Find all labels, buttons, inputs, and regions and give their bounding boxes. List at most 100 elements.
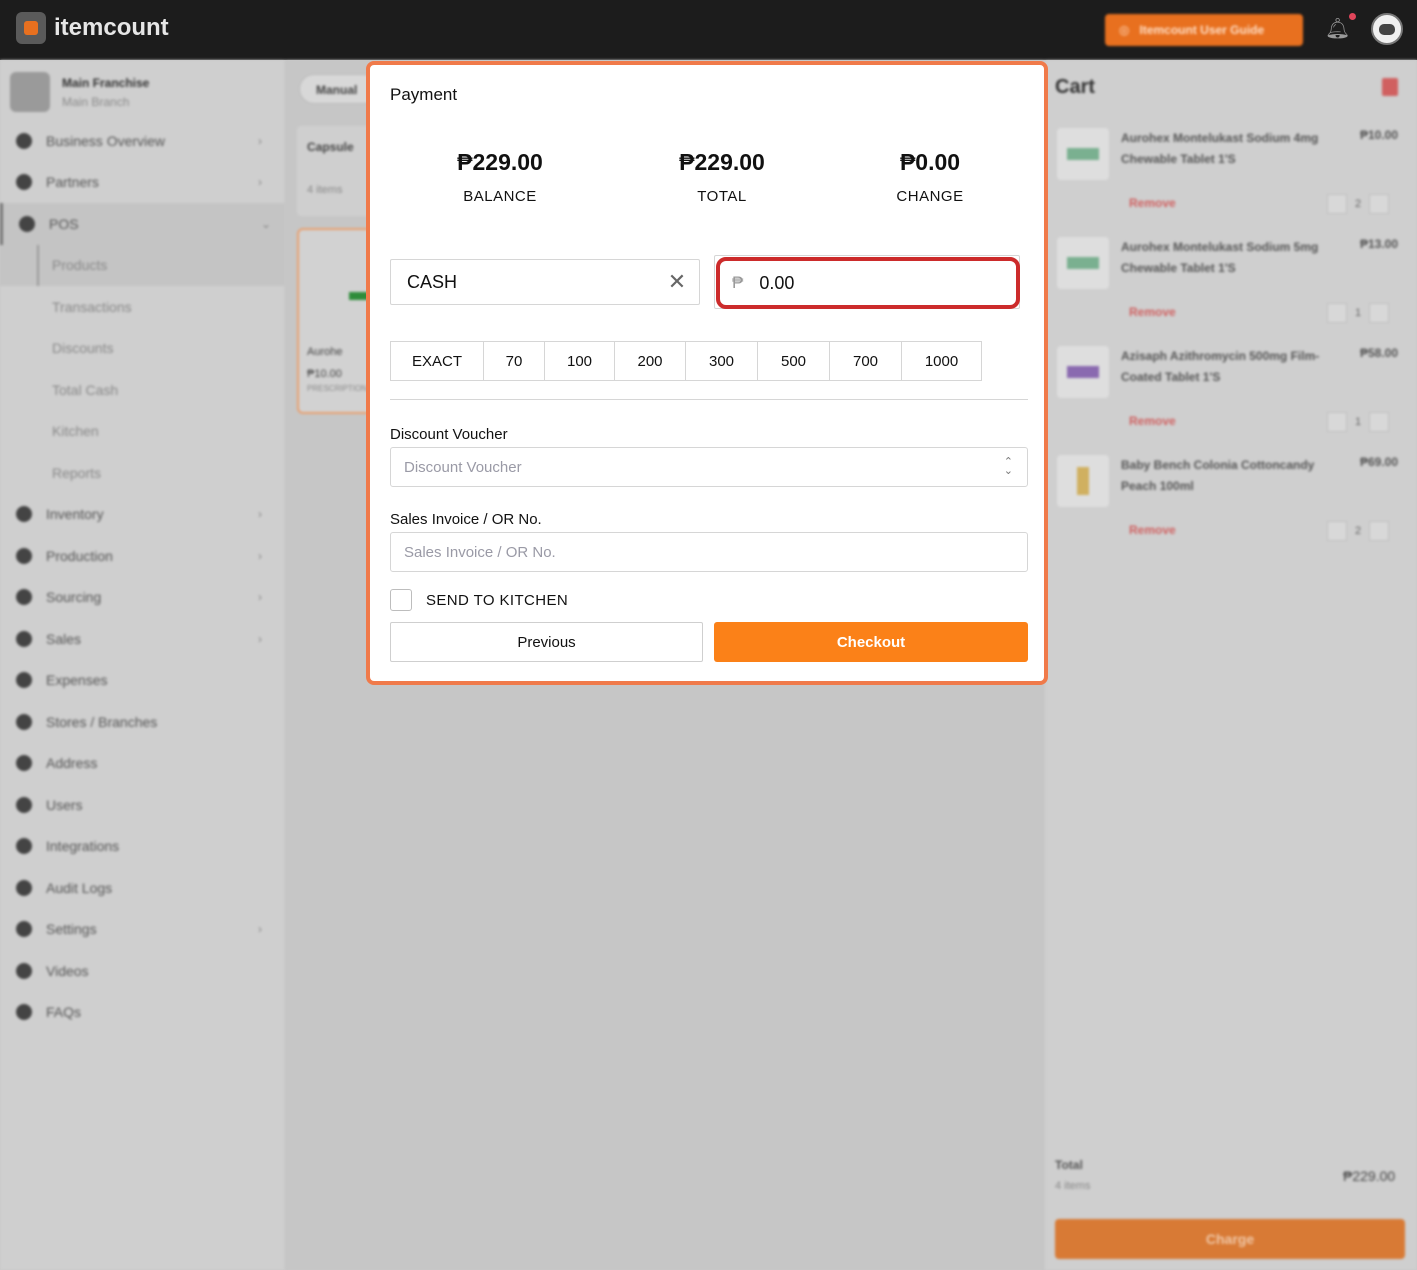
sidebar-item-integrations[interactable]: Integrations [0, 826, 285, 868]
sidebar-item-audit-logs[interactable]: Audit Logs [0, 867, 285, 909]
cart-item-name: Aurohex Montelukast Sodium 5mg Chewable … [1121, 240, 1319, 275]
remove-link[interactable]: Remove [1129, 196, 1176, 210]
balance-stat: ₱229.00 BALANCE [400, 149, 600, 205]
sidebar-item-address[interactable]: Address [0, 743, 285, 785]
remove-link[interactable]: Remove [1129, 523, 1176, 537]
previous-button[interactable]: Previous [390, 622, 703, 662]
sidebar-subitem-total-cash[interactable]: Total Cash [0, 369, 285, 411]
minus-button[interactable] [1327, 303, 1347, 323]
change-label: CHANGE [896, 188, 964, 205]
plug-icon [16, 838, 32, 855]
sidebar-item-faqs[interactable]: FAQs [0, 992, 285, 1034]
quick-amount-70[interactable]: 70 [483, 341, 545, 381]
updown-chevron-icon: ⌃ ⌄ [1003, 456, 1013, 477]
remove-link[interactable]: Remove [1129, 414, 1176, 428]
sidebar-item-sales[interactable]: Sales › [0, 618, 285, 660]
amount-input[interactable]: ₱ 0.00 [716, 257, 1020, 309]
sidebar-item-label: Expenses [46, 672, 108, 689]
modal-title: Payment [390, 85, 458, 104]
checkout-button[interactable]: Checkout [714, 622, 1028, 662]
chevron-right-icon: › [258, 590, 262, 605]
branch-sub: Main Branch [62, 94, 130, 109]
inventory-icon [16, 506, 32, 523]
cart-item-name: Baby Bench Colonia Cottoncandy Peach 100… [1121, 458, 1315, 493]
voucher-select[interactable]: Discount Voucher ⌃ ⌄ [390, 447, 1028, 487]
quick-amount-100[interactable]: 100 [544, 341, 615, 381]
payment-modal: Payment ₱229.00 BALANCE ₱229.00 TOTAL ₱0… [366, 61, 1048, 685]
sidebar-nav: Business Overview › Partners › POS ⌄ Produc… [0, 120, 285, 1033]
sidebar-item-inventory[interactable]: Inventory › [0, 494, 285, 536]
user-guide-label: Itemcount User Guide [1139, 23, 1265, 37]
quick-amount-1000[interactable]: 1000 [901, 341, 982, 381]
total-label: TOTAL [697, 188, 747, 205]
sidebar-subitem-transactions[interactable]: Transactions [0, 286, 285, 328]
payment-method-select[interactable]: CASH ✕ [390, 259, 700, 305]
minus-button[interactable] [1327, 521, 1347, 541]
sidebar-item-label: Users [46, 796, 83, 813]
sidebar-item-pos[interactable]: POS ⌄ [0, 203, 285, 245]
cart-item-price: ₱69.00 [1360, 455, 1399, 469]
voucher-label: Discount Voucher [390, 426, 508, 443]
amount-value: 0.00 [759, 272, 795, 293]
quantity-stepper: 1 [1327, 303, 1390, 323]
sidebar-item-label: Address [46, 755, 98, 772]
sidebar-item-users[interactable]: Users [0, 784, 285, 826]
quick-amount-200[interactable]: 200 [614, 341, 686, 381]
sidebar: Main Franchise Main Branch Business Over… [0, 60, 285, 1270]
sidebar-item-business-overview[interactable]: Business Overview › [0, 120, 285, 162]
quick-amount-300[interactable]: 300 [685, 341, 758, 381]
sidebar-item-settings[interactable]: Settings › [0, 909, 285, 951]
cart-item-price: ₱10.00 [1360, 128, 1399, 142]
sidebar-item-expenses[interactable]: Expenses [0, 660, 285, 702]
user-guide-button[interactable]: ◎ Itemcount User Guide [1105, 14, 1303, 46]
brand-name: itemcount [54, 14, 169, 41]
bell-icon[interactable]: 🔔︎ [1325, 16, 1351, 44]
charge-button[interactable]: Charge [1055, 1219, 1405, 1259]
sidebar-item-label: Settings [46, 921, 97, 938]
sidebar-item-label: Integrations [46, 838, 120, 855]
clear-icon[interactable]: ✕ [667, 270, 687, 294]
send-to-kitchen-checkbox[interactable] [390, 589, 412, 611]
send-to-kitchen-label[interactable]: SEND TO KITCHEN [426, 592, 568, 609]
production-icon [16, 547, 32, 564]
brand-logo[interactable]: itemcount [16, 12, 169, 44]
sidebar-item-label: Videos [46, 962, 89, 979]
sidebar-subitem-kitchen[interactable]: Kitchen [0, 411, 285, 453]
sidebar-item-production[interactable]: Production › [0, 535, 285, 577]
sidebar-subitem-reports[interactable]: Reports [0, 452, 285, 494]
sidebar-subitem-products[interactable]: Products [0, 244, 285, 286]
cart-total-count: 4 items [1055, 1180, 1091, 1192]
cart-item-price: ₱13.00 [1360, 237, 1399, 251]
remove-link[interactable]: Remove [1129, 305, 1176, 319]
sidebar-item-videos[interactable]: Videos [0, 950, 285, 992]
sidebar-item-label: Inventory [46, 506, 104, 523]
payment-method-value: CASH [407, 271, 458, 292]
branch-logo [10, 72, 50, 112]
quantity-stepper: 2 [1327, 521, 1390, 541]
plus-button[interactable] [1369, 194, 1390, 214]
sidebar-item-partners[interactable]: Partners › [0, 162, 285, 204]
trash-icon[interactable] [1382, 78, 1398, 96]
voucher-placeholder: Discount Voucher [404, 458, 522, 476]
sidebar-item-stores-branches[interactable]: Stores / Branches [0, 701, 285, 743]
quick-amount-500[interactable]: 500 [757, 341, 830, 381]
plus-button[interactable] [1369, 412, 1390, 432]
sidebar-item-sourcing[interactable]: Sourcing › [0, 577, 285, 619]
quick-amount-exact[interactable]: EXACT [390, 341, 484, 381]
sidebar-subitem-discounts[interactable]: Discounts [0, 328, 285, 370]
avatar[interactable] [1371, 13, 1403, 45]
notification-dot [1349, 13, 1356, 20]
plus-button[interactable] [1369, 303, 1390, 323]
minus-button[interactable] [1327, 412, 1347, 432]
quick-amount-700[interactable]: 700 [829, 341, 902, 381]
cart-item: Aurohex Montelukast Sodium 5mg Chewable … [1055, 231, 1407, 331]
minus-button[interactable] [1327, 194, 1347, 214]
invoice-input[interactable] [390, 532, 1028, 572]
balance-value: ₱229.00 [457, 149, 543, 175]
partners-icon [16, 174, 32, 191]
plus-button[interactable] [1369, 521, 1390, 541]
quantity-value: 1 [1355, 307, 1362, 319]
video-icon [16, 962, 32, 979]
branch-switcher[interactable]: Main Franchise Main Branch [10, 72, 149, 112]
sidebar-item-label: Sales [46, 630, 82, 647]
